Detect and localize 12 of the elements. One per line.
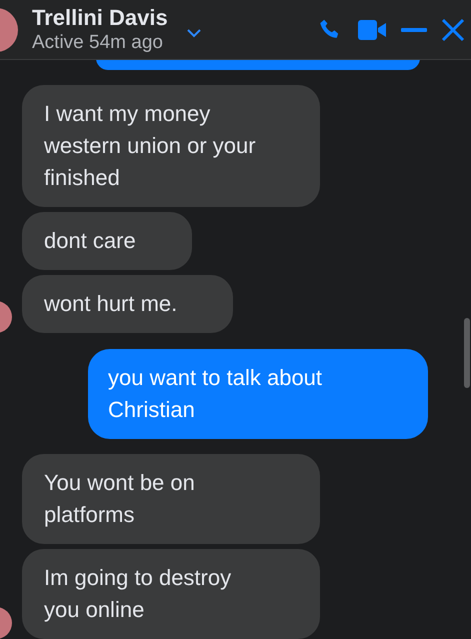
contact-name: Trellini Davis [32,4,168,32]
received-message: I want my money western union or your finished [22,85,320,207]
received-message: You wont be on platforms [22,454,320,544]
close-icon[interactable] [441,18,465,42]
chevron-down-icon[interactable] [186,28,202,38]
active-status: Active 54m ago [32,31,164,56]
scrollbar-thumb[interactable] [464,318,470,388]
minimize-icon[interactable] [401,28,427,32]
received-message: wont hurt me. [22,275,234,333]
received-message: dont care [22,212,192,270]
received-message: Im going to destroy you online [22,549,320,639]
sent-message: you want to talk about Christian [88,349,428,439]
